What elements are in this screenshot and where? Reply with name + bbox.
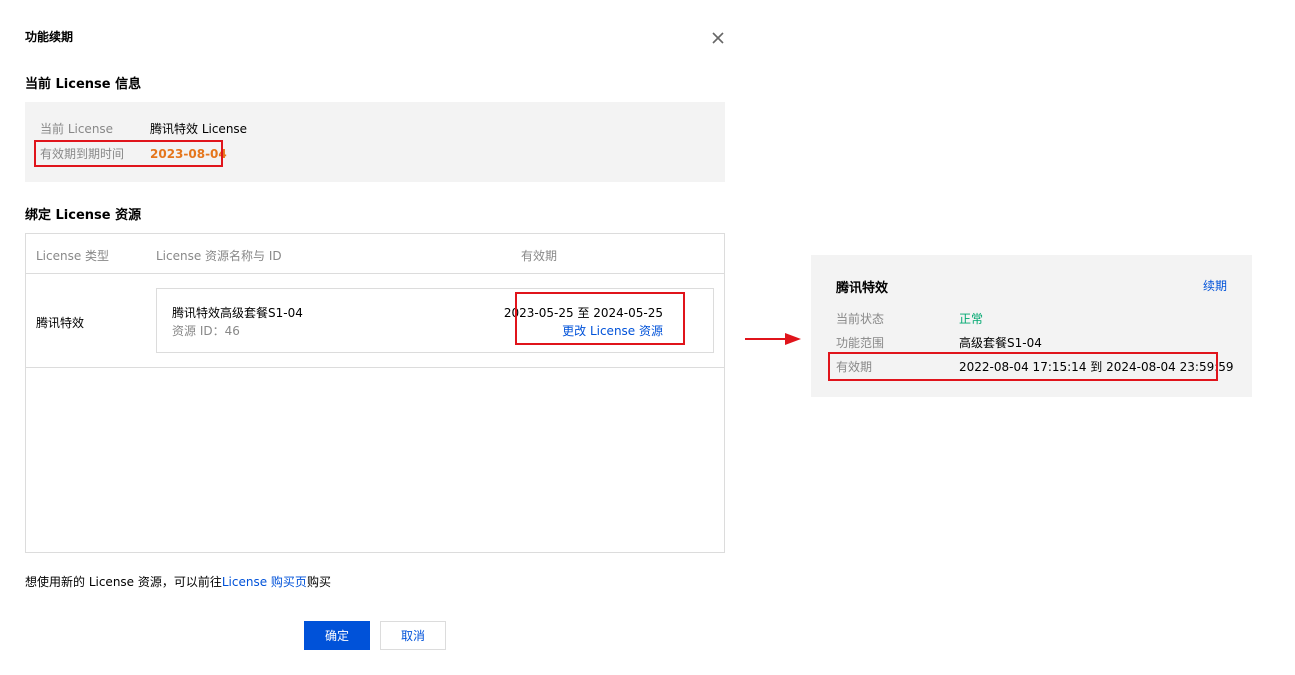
license-detail-panel: 腾讯特效 续期 当前状态 正常 功能范围 高级套餐S1-04 有效期 2022-08-… <box>811 255 1252 397</box>
status-row: 当前状态 正常 <box>836 312 983 326</box>
current-license-label: 当前 License <box>40 122 114 136</box>
current-license-value: 腾讯特效 License <box>150 122 248 136</box>
dialog-title: 功能续期 <box>25 30 74 44</box>
panel-period-highlight-box <box>828 352 1218 381</box>
footer-note-suffix: 购买 <box>306 575 331 589</box>
purchase-page-link[interactable]: License 购买页 <box>222 575 307 589</box>
current-license-box: 当前 License 腾讯特效 License 有效期到期时间 2023-08-04 <box>25 102 725 182</box>
resource-table: License 类型 License 资源名称与 ID 有效期 腾讯特效 腾讯特… <box>25 233 725 553</box>
resource-name: 腾讯特效高级套餐S1-04 <box>172 306 303 320</box>
panel-title: 腾讯特效 <box>836 281 889 296</box>
current-license-title: 当前 License 信息 <box>25 77 142 92</box>
expiry-highlight-box <box>34 140 223 167</box>
column-header-name: License 资源名称与 ID <box>156 249 282 263</box>
row-license-type: 腾讯特效 <box>36 316 85 330</box>
scope-row: 功能范围 高级套餐S1-04 <box>836 336 1042 350</box>
table-row-divider <box>26 367 724 368</box>
arrow-right-icon <box>745 333 801 348</box>
period-highlight-box <box>515 292 685 345</box>
resource-card: 腾讯特效高级套餐S1-04 资源 ID：46 2023-05-25 至 2024… <box>156 288 714 353</box>
bind-resource-title: 绑定 License 资源 <box>25 208 142 223</box>
scope-value: 高级套餐S1-04 <box>959 336 1042 350</box>
table-header-divider <box>26 273 724 274</box>
renew-link[interactable]: 续期 <box>1203 277 1227 294</box>
current-license-row: 当前 License 腾讯特效 License <box>40 122 247 136</box>
column-header-period: 有效期 <box>521 249 558 263</box>
cancel-button[interactable]: 取消 <box>380 621 446 650</box>
column-header-type: License 类型 <box>36 249 110 263</box>
confirm-button[interactable]: 确定 <box>304 621 370 650</box>
close-icon[interactable] <box>709 29 727 47</box>
footer-note: 想使用新的 License 资源，可以前往License 购买页购买 <box>25 573 331 590</box>
status-label: 当前状态 <box>836 312 885 326</box>
footer-note-prefix: 想使用新的 License 资源，可以前往 <box>25 575 222 589</box>
status-value: 正常 <box>959 312 984 326</box>
resource-id: 资源 ID：46 <box>172 324 240 338</box>
scope-label: 功能范围 <box>836 336 885 350</box>
